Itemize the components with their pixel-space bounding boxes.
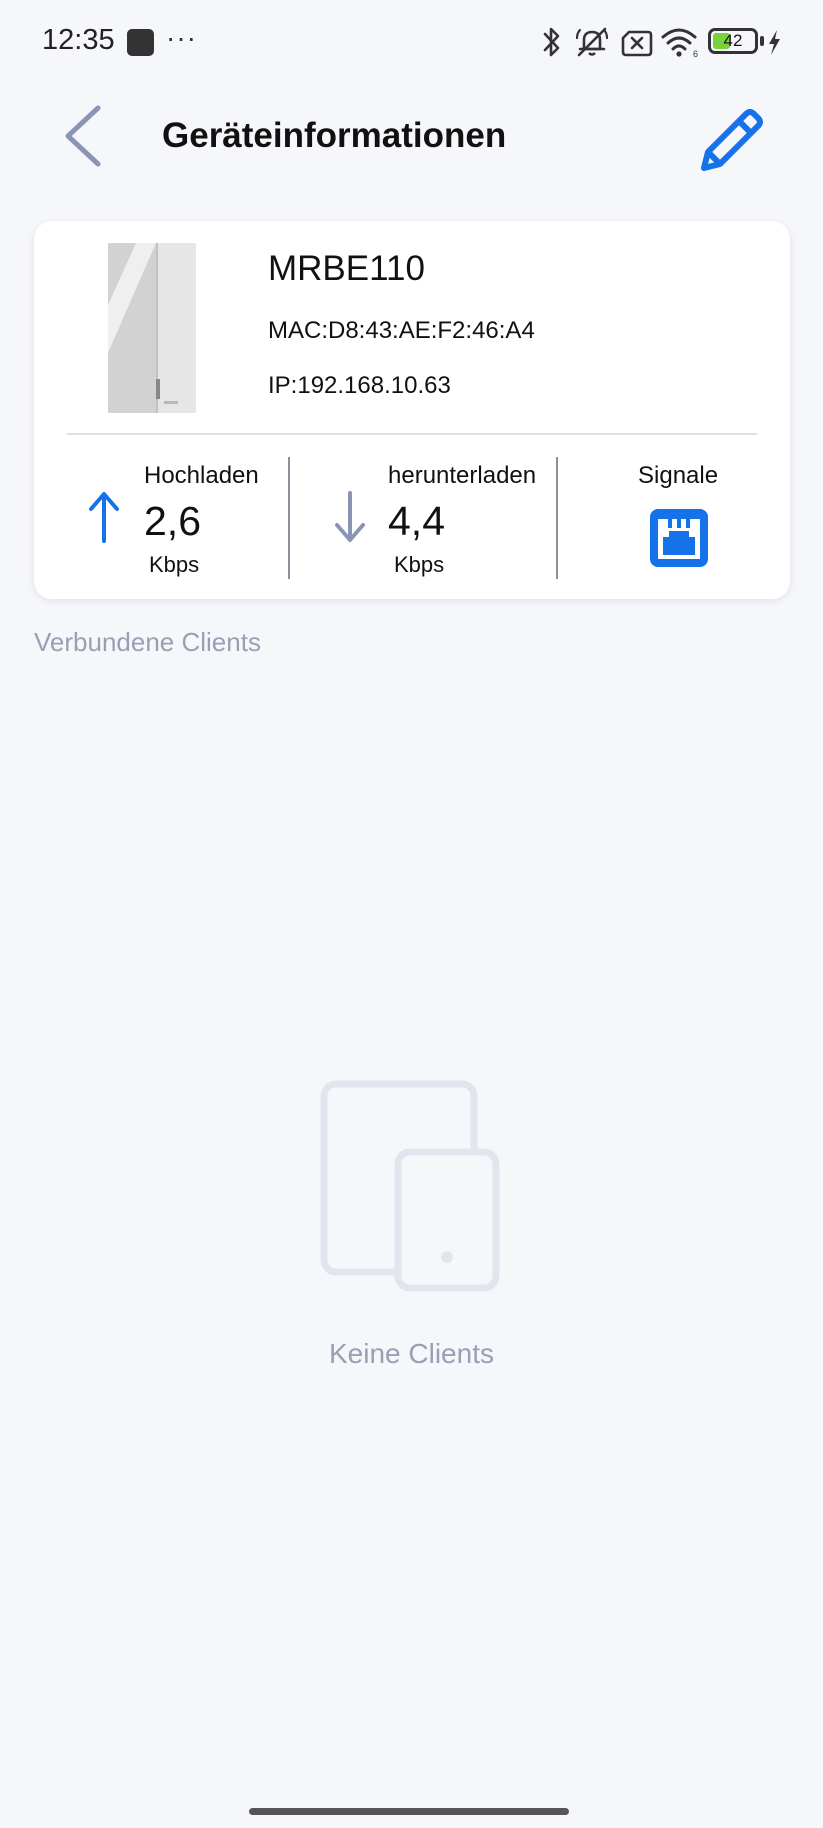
device-image	[108, 243, 196, 413]
device-mac: MAC:D8:43:AE:F2:46:A4	[268, 317, 535, 344]
bluetooth-icon	[543, 27, 560, 57]
signal-label: Signale	[638, 462, 719, 489]
status-bar: 12:35 ··· 6 42	[0, 0, 823, 84]
download-value: 4,4	[388, 498, 445, 544]
no-sim-icon	[621, 30, 653, 57]
svg-text:6: 6	[693, 49, 698, 59]
edit-button[interactable]	[694, 100, 770, 176]
chevron-left-icon	[65, 105, 101, 167]
download-arrow-icon	[335, 491, 365, 542]
connected-clients-label: Verbundene Clients	[34, 627, 261, 657]
stat-separator	[288, 457, 290, 579]
upload-value: 2,6	[144, 498, 201, 544]
battery-level: 42	[723, 31, 743, 50]
home-indicator[interactable]	[249, 1808, 569, 1815]
charging-icon	[769, 30, 780, 55]
download-label: herunterladen	[388, 462, 537, 489]
battery-icon: 42	[708, 28, 758, 54]
status-time: 12:35	[42, 24, 115, 56]
device-ip: IP:192.168.10.63	[268, 372, 451, 399]
pencil-icon	[701, 109, 763, 171]
upload-arrow-icon	[89, 492, 119, 543]
page-title: Geräteinformationen	[162, 116, 507, 155]
card-divider	[67, 433, 757, 435]
wifi-icon: 6	[661, 28, 698, 59]
back-button[interactable]	[56, 100, 116, 172]
no-clients-label: Keine Clients	[329, 1338, 494, 1369]
devices-empty-icon	[320, 1080, 500, 1292]
upload-unit: Kbps	[149, 552, 200, 577]
stat-separator	[556, 457, 558, 579]
download-unit: Kbps	[394, 552, 445, 577]
upload-label: Hochladen	[144, 462, 259, 489]
app-notification-icon	[127, 29, 154, 56]
ethernet-port-icon	[650, 509, 708, 567]
device-info-card: MRBE110 MAC:D8:43:AE:F2:46:A4 IP:192.168…	[34, 221, 790, 599]
more-notifications-icon: ···	[166, 22, 197, 53]
mute-icon	[575, 27, 609, 57]
device-name: MRBE110	[268, 249, 425, 288]
